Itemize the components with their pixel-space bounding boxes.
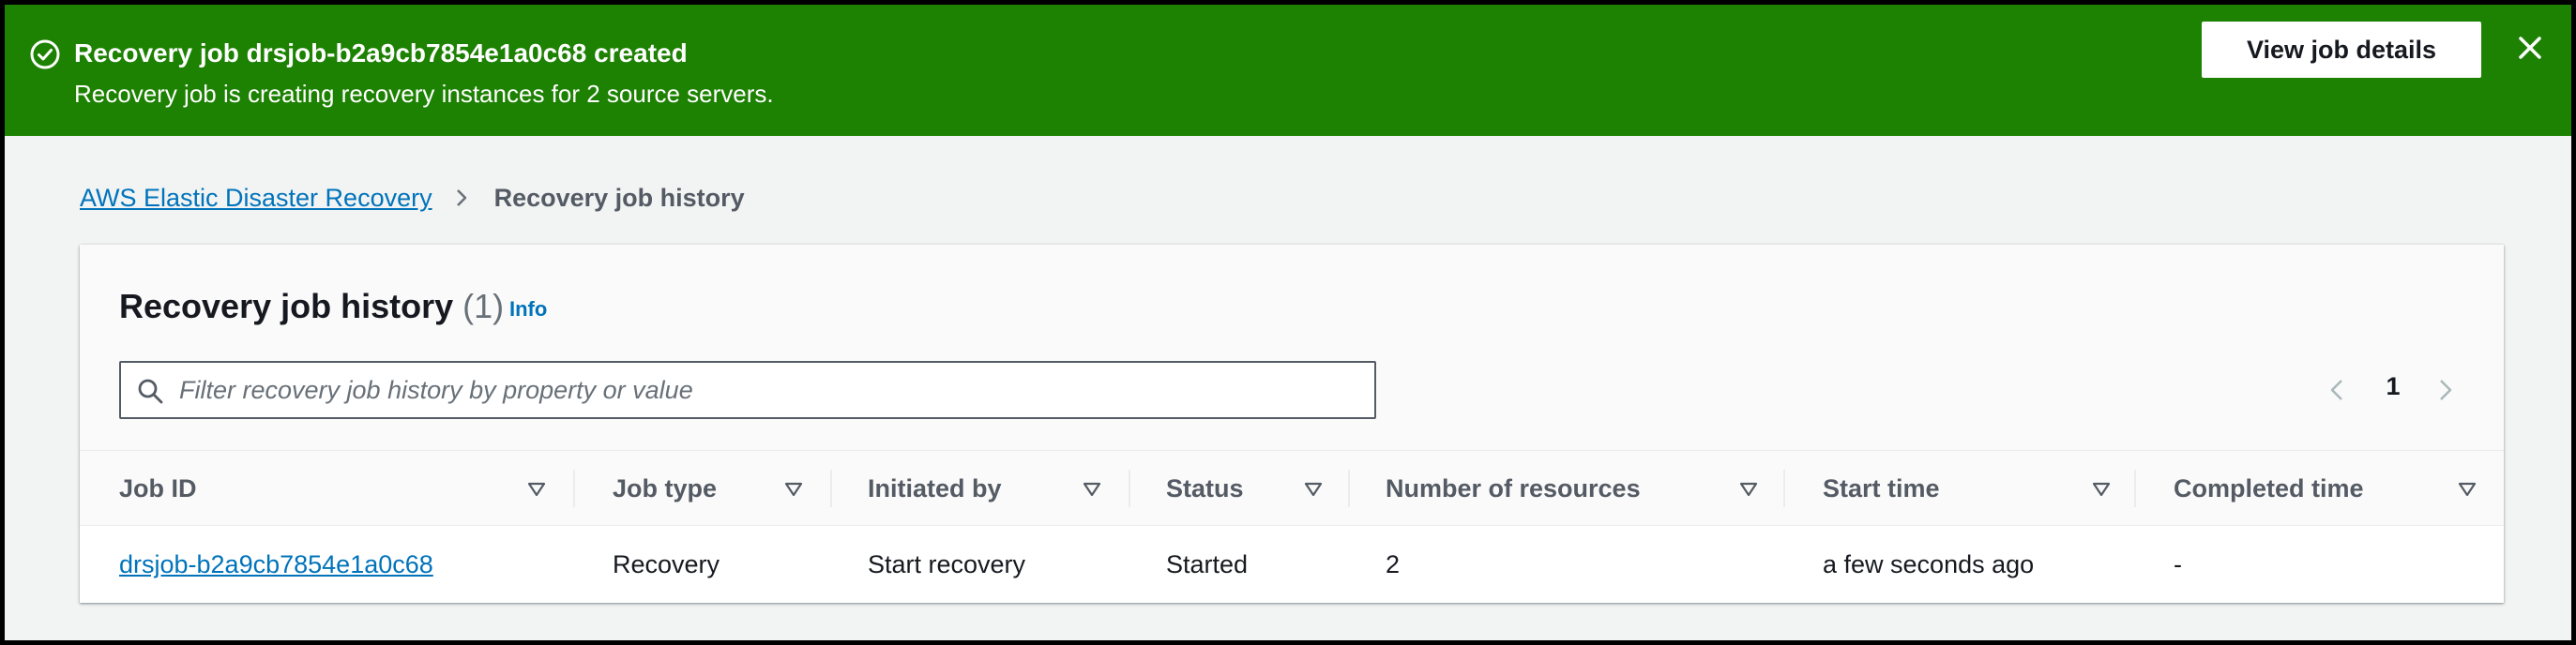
- column-header-number-of-resources[interactable]: Number of resources: [1386, 451, 1641, 526]
- breadcrumb: AWS Elastic Disaster Recovery Recovery j…: [80, 179, 745, 217]
- column-divider[interactable]: [1348, 470, 1350, 507]
- cell-start-time: a few seconds ago: [1823, 549, 2035, 578]
- chevron-right-icon: [456, 189, 466, 206]
- cell-job-id: drsjob-b2a9cb7854e1a0c68: [119, 526, 433, 603]
- table-row: drsjob-b2a9cb7854e1a0c68 Recovery Start …: [80, 526, 2504, 603]
- sort-caret-icon[interactable]: [526, 479, 547, 500]
- column-header-status[interactable]: Status: [1166, 451, 1244, 526]
- check-circle-icon: [30, 39, 60, 69]
- filter-field[interactable]: [119, 361, 1376, 419]
- chevron-left-icon[interactable]: [2324, 376, 2352, 404]
- cell-completed-time: -: [2174, 549, 2182, 578]
- close-icon[interactable]: [2511, 29, 2549, 67]
- column-header-completed-time[interactable]: Completed time: [2174, 451, 2364, 526]
- column-divider[interactable]: [573, 470, 575, 507]
- flash-title: Recovery job drsjob-b2a9cb7854e1a0c68 cr…: [74, 38, 688, 68]
- title-text: Recovery job history: [119, 287, 454, 325]
- column-header-job-type[interactable]: Job type: [613, 451, 717, 526]
- table-header-area: Recovery job history (1) Info 1: [80, 245, 2504, 451]
- sort-caret-icon[interactable]: [783, 479, 804, 500]
- sort-caret-icon[interactable]: [1082, 479, 1102, 500]
- job-id-link[interactable]: drsjob-b2a9cb7854e1a0c68: [119, 550, 433, 579]
- info-link[interactable]: Info: [509, 297, 547, 322]
- page-frame: Recovery job drsjob-b2a9cb7854e1a0c68 cr…: [5, 5, 2571, 640]
- column-divider[interactable]: [830, 470, 832, 507]
- sort-caret-icon[interactable]: [2457, 479, 2478, 500]
- column-header-initiated-by[interactable]: Initiated by: [868, 451, 1002, 526]
- sort-caret-icon[interactable]: [1738, 479, 1759, 500]
- page-title: Recovery job history (1): [119, 286, 504, 327]
- breadcrumb-current-page: Recovery job history: [493, 184, 745, 212]
- success-flashbar: Recovery job drsjob-b2a9cb7854e1a0c68 cr…: [5, 5, 2571, 136]
- cell-number-of-resources: 2: [1386, 549, 1401, 578]
- search-icon: [138, 379, 163, 404]
- pagination-page-1[interactable]: 1: [2382, 372, 2404, 401]
- breadcrumb-link-aws-elastic-disaster-recovery[interactable]: AWS Elastic Disaster Recovery: [80, 181, 432, 215]
- cell-initiated-by: Start recovery: [868, 549, 1026, 578]
- filter-input[interactable]: [179, 370, 1361, 410]
- item-count: (1): [462, 287, 505, 325]
- column-header-start-time[interactable]: Start time: [1823, 451, 1940, 526]
- column-divider[interactable]: [1783, 470, 1785, 507]
- table-header-row: Job ID Job type Initiated by Status Numb…: [80, 451, 2504, 526]
- chevron-right-icon[interactable]: [2431, 376, 2459, 404]
- sort-caret-icon[interactable]: [2091, 479, 2112, 500]
- recovery-job-history-table: Recovery job history (1) Info 1 Job ID: [80, 245, 2504, 603]
- cell-job-type: Recovery: [613, 549, 720, 578]
- view-job-details-button[interactable]: View job details: [2202, 22, 2481, 78]
- sort-caret-icon[interactable]: [1303, 479, 1324, 500]
- cell-status: Started: [1166, 549, 1249, 578]
- column-divider[interactable]: [1129, 470, 1130, 507]
- column-header-job-id[interactable]: Job ID: [119, 451, 197, 526]
- flash-message: Recovery job is creating recovery instan…: [74, 80, 774, 108]
- column-divider[interactable]: [2134, 470, 2136, 507]
